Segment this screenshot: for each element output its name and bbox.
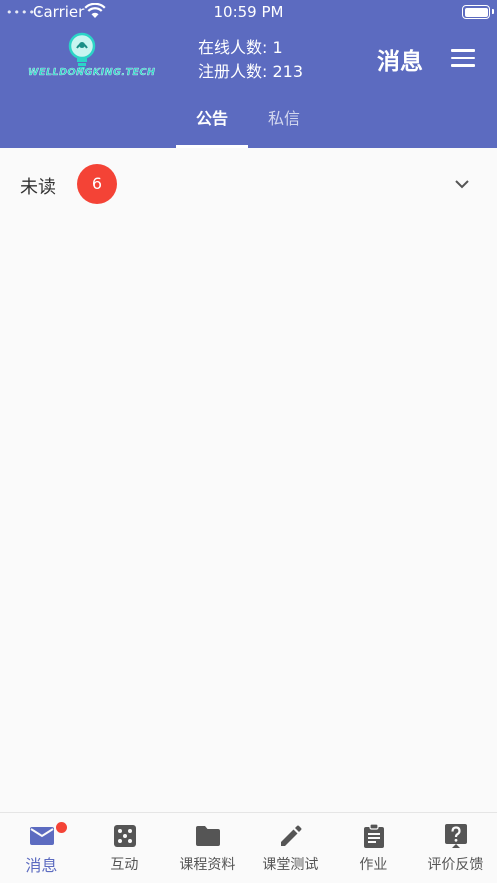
bottom-navigation: 消息 互动 课程资料 课堂测试 作业 评价反馈 [0,812,497,883]
logo-text: WELLDONGKING.TECH [28,67,156,78]
dice-icon [114,825,136,847]
nav-label: 消息 [25,856,58,875]
nav-label: 互动 [110,857,139,873]
unread-section-header[interactable]: 未读 6 [0,152,497,216]
status-time: 10:59 PM [213,3,284,21]
nav-item-quiz[interactable]: 课堂测试 [249,813,332,883]
app-header: ••••• Carrier 10:59 PM WELLDONGKING.TECH… [0,0,497,148]
page-title: 消息 [377,49,423,75]
unread-label: 未读 [20,177,56,198]
lightbulb-icon [68,32,96,70]
status-bar: ••••• Carrier 10:59 PM [0,0,497,24]
notification-dot [56,822,67,833]
mail-icon [30,827,54,845]
nav-item-messages[interactable]: 消息 [0,813,83,883]
tab-announcements[interactable]: 公告 [176,100,248,148]
tab-bar: 公告 私信 [0,100,497,148]
registered-count: 注册人数: 213 [198,62,304,81]
nav-item-course-materials[interactable]: 课程资料 [166,813,249,883]
pencil-icon [281,825,302,846]
online-count: 在线人数: 1 [198,38,283,57]
nav-item-homework[interactable]: 作业 [332,813,415,883]
chevron-down-icon[interactable] [454,178,470,190]
menu-icon[interactable] [451,48,475,68]
nav-label: 课程资料 [179,857,236,873]
clipboard-icon [364,824,384,848]
unread-count-badge: 6 [77,164,117,204]
tab-private-messages[interactable]: 私信 [248,100,320,148]
user-stats: 在线人数: 1 注册人数: 213 [198,36,303,84]
nav-label: 作业 [359,857,388,873]
nav-item-feedback[interactable]: 评价反馈 [414,813,497,883]
nav-label: 课堂测试 [262,857,319,873]
battery-icon [462,5,494,19]
nav-item-interaction[interactable]: 互动 [83,813,166,883]
app-logo: WELLDONGKING.TECH [28,32,156,84]
folder-icon [196,826,220,846]
help-icon [445,824,467,848]
nav-label: 评价反馈 [427,857,484,873]
